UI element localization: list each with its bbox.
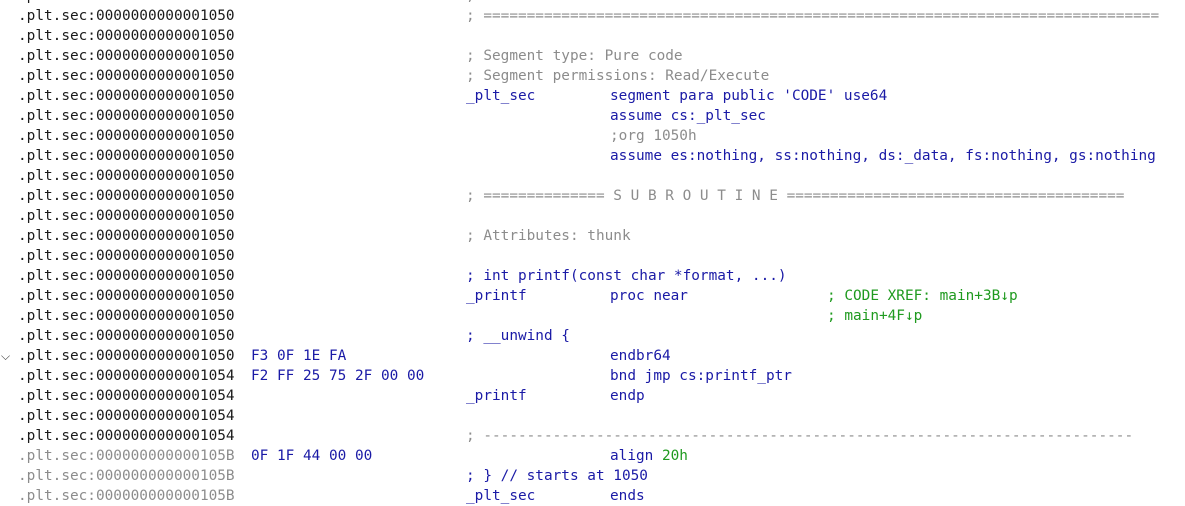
listing-line[interactable]: .plt.sec:0000000000001054 F2 FF 25 75 2F … <box>0 366 1185 386</box>
listing-line[interactable]: .plt.sec:0000000000001050 ; Attributes: t… <box>0 226 1185 246</box>
line-address[interactable]: .plt.sec:0000000000001050 <box>18 26 235 46</box>
listing-line[interactable]: .plt.sec:0000000000001050 _plt_sec segment… <box>0 86 1185 106</box>
listing-line[interactable]: .plt.sec:0000000000001050 ; =============… <box>0 6 1185 26</box>
line-address[interactable]: .plt.sec:0000000000001050 <box>18 246 235 266</box>
instruction[interactable]: assume es:nothing, ss:nothing, ds:_data,… <box>610 146 1156 166</box>
line-address[interactable]: .plt.sec:0000000000001050 <box>18 186 235 206</box>
listing-line[interactable]: .plt.sec:0000000000001050 ; Segment permi… <box>0 66 1185 86</box>
disassembly-listing[interactable]: .plt.sec:0000000000001050 ; =============… <box>0 0 1185 506</box>
code-label[interactable]: _plt_sec <box>466 86 535 106</box>
line-address[interactable]: .plt.sec:0000000000001054 <box>18 426 235 446</box>
instruction[interactable]: proc near <box>610 286 688 306</box>
listing-line[interactable]: .plt.sec:000000000000105B ; } // starts a… <box>0 466 1185 486</box>
listing-line[interactable]: .plt.sec:0000000000001050 ; =============… <box>0 186 1185 206</box>
line-comment: ; ============== S U B R O U T I N E ===… <box>466 188 1125 204</box>
instruction[interactable]: ends <box>610 486 645 506</box>
code-label[interactable]: _printf <box>466 286 527 306</box>
listing-line[interactable]: .plt.sec:0000000000001050 ; Segment type:… <box>0 46 1185 66</box>
listing-line[interactable]: .plt.sec:0000000000001050 assume cs:_plt_… <box>0 106 1185 126</box>
line-address[interactable]: .plt.sec:0000000000001054 <box>18 386 235 406</box>
listing-line[interactable]: .plt.sec:0000000000001050 <box>0 246 1185 266</box>
line-address[interactable]: .plt.sec:0000000000001050 <box>18 346 235 366</box>
listing-line[interactable]: .plt.sec:0000000000001050 <box>0 166 1185 186</box>
line-address[interactable]: .plt.sec:0000000000001054 <box>18 366 235 386</box>
opcode-bytes[interactable]: 0F 1F 44 00 00 <box>251 446 372 466</box>
line-comment: ; Segment type: Pure code <box>466 48 683 64</box>
line-comment: ; } // starts at 1050 <box>466 468 648 484</box>
line-address[interactable]: .plt.sec:0000000000001050 <box>18 46 235 66</box>
listing-line[interactable]: .plt.sec:0000000000001050 <box>0 26 1185 46</box>
line-comment: ; Segment permissions: Read/Execute <box>466 68 770 84</box>
chevron-down-icon[interactable]: ⌵ <box>1 346 15 366</box>
line-address[interactable]: .plt.sec:0000000000001050 <box>18 86 235 106</box>
line-address[interactable]: .plt.sec:0000000000001050 <box>18 266 235 286</box>
line-address[interactable]: .plt.sec:000000000000105B <box>18 486 235 506</box>
listing-line[interactable]: .plt.sec:0000000000001050 ; int printf(co… <box>0 266 1185 286</box>
line-address[interactable]: .plt.sec:0000000000001050 <box>18 126 235 146</box>
line-address[interactable]: .plt.sec:0000000000001050 <box>18 146 235 166</box>
listing-line[interactable]: .plt.sec:0000000000001054 ; -------------… <box>0 426 1185 446</box>
instruction[interactable]: endbr64 <box>610 346 671 366</box>
line-comment: ; int printf(const char *format, ...) <box>466 268 787 284</box>
line-address[interactable]: .plt.sec:000000000000105B <box>18 466 235 486</box>
line-address[interactable]: .plt.sec:0000000000001050 <box>18 286 235 306</box>
line-address[interactable]: .plt.sec:000000000000105B <box>18 446 235 466</box>
instruction[interactable]: ;org 1050h <box>610 126 697 146</box>
line-address[interactable]: .plt.sec:0000000000001050 <box>18 66 235 86</box>
opcode-bytes[interactable]: F3 0F 1E FA <box>251 346 346 366</box>
code-label[interactable]: _plt_sec <box>466 486 535 506</box>
line-comment: ; __unwind { <box>466 328 570 344</box>
listing-line[interactable]: ⌵ .plt.sec:0000000000001050 F3 0F 1E FA end… <box>0 346 1185 366</box>
listing-line[interactable]: .plt.sec:000000000000105B 0F 1F 44 00 00 a… <box>0 446 1185 466</box>
line-address[interactable]: .plt.sec:0000000000001050 <box>18 166 235 186</box>
listing-line[interactable]: .plt.sec:0000000000001050 <box>0 206 1185 226</box>
instruction[interactable]: align 20h <box>610 446 688 466</box>
line-address[interactable]: .plt.sec:0000000000001050 <box>18 106 235 126</box>
line-comment: ; ======================================… <box>466 8 1160 24</box>
line-comment: ; --------------------------------------… <box>466 428 1134 444</box>
line-address[interactable]: .plt.sec:0000000000001050 <box>18 326 235 346</box>
instruction[interactable]: bnd jmp cs:printf_ptr <box>610 366 792 386</box>
listing-line[interactable]: .plt.sec:0000000000001054 _printf endp <box>0 386 1185 406</box>
listing-line[interactable]: .plt.sec:0000000000001050 ; main+4F↓p <box>0 306 1185 326</box>
listing-line[interactable]: .plt.sec:0000000000001050 ; __unwind { <box>0 326 1185 346</box>
line-comment: ; Attributes: thunk <box>466 228 631 244</box>
instruction[interactable]: endp <box>610 386 645 406</box>
code-label[interactable]: _printf <box>466 386 527 406</box>
line-address[interactable]: .plt.sec:0000000000001050 <box>18 6 235 26</box>
listing-line[interactable]: .plt.sec:0000000000001050 assume es:nothi… <box>0 146 1185 166</box>
instruction[interactable]: assume cs:_plt_sec <box>610 106 766 126</box>
line-address[interactable]: .plt.sec:0000000000001054 <box>18 406 235 426</box>
line-address[interactable]: .plt.sec:0000000000001050 <box>18 206 235 226</box>
opcode-bytes[interactable]: F2 FF 25 75 2F 00 00 <box>251 366 424 386</box>
listing-line[interactable]: .plt.sec:0000000000001050 _printf proc nea… <box>0 286 1185 306</box>
line-address[interactable]: .plt.sec:0000000000001050 <box>18 306 235 326</box>
listing-line[interactable]: .plt.sec:0000000000001050 ;org 1050h <box>0 126 1185 146</box>
xref-comment[interactable]: ; CODE XREF: main+3B↓p <box>827 286 1018 306</box>
listing-line[interactable]: .plt.sec:000000000000105B _plt_sec ends <box>0 486 1185 506</box>
listing-line[interactable]: .plt.sec:0000000000001054 <box>0 406 1185 426</box>
xref-comment[interactable]: ; main+4F↓p <box>827 306 922 326</box>
instruction[interactable]: segment para public 'CODE' use64 <box>610 86 887 106</box>
line-address[interactable]: .plt.sec:0000000000001050 <box>18 226 235 246</box>
